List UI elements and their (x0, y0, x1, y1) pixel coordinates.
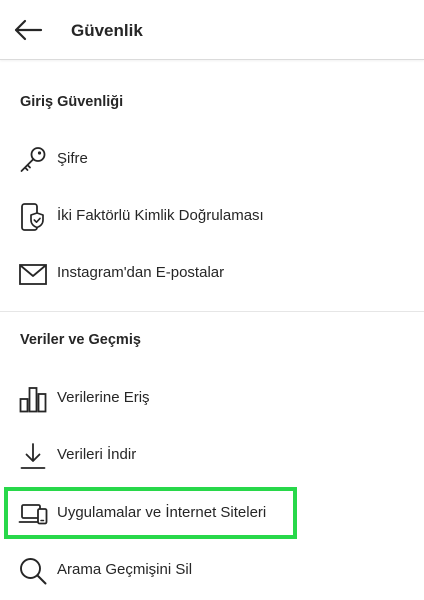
top-bar: Güvenlik (0, 0, 424, 60)
devices-icon (18, 499, 48, 529)
section-title-login-security: Giriş Güvenliği (20, 94, 124, 110)
envelope-icon (18, 259, 48, 289)
menu-item-clear-search-history[interactable]: Arama Geçmişini Sil (0, 546, 424, 594)
back-button[interactable] (12, 14, 44, 46)
back-arrow-icon (14, 19, 43, 41)
search-icon (18, 556, 48, 586)
section-divider (0, 311, 424, 312)
menu-item-label: Verilerine Eriş (57, 389, 150, 406)
menu-item-password[interactable]: Şifre (0, 135, 424, 183)
menu-item-label: Arama Geçmişini Sil (57, 561, 193, 578)
menu-item-label: Şifre (57, 150, 88, 167)
menu-item-instagram-emails[interactable]: Instagram'dan E-postalar (0, 249, 424, 297)
menu-item-download-data[interactable]: Verileri İndir (0, 431, 424, 479)
page-title: Güvenlik (71, 21, 143, 40)
key-icon (18, 145, 48, 175)
bar-chart-icon (18, 384, 48, 414)
menu-item-apps-websites[interactable]: Uygulamalar ve İnternet Siteleri (0, 489, 424, 537)
menu-item-label: Uygulamalar ve İnternet Siteleri (57, 504, 267, 521)
download-icon (18, 441, 48, 471)
menu-item-label: Verileri İndir (57, 446, 137, 463)
phone-shield-icon (18, 202, 48, 232)
menu-item-label: İki Faktörlü Kimlik Doğrulaması (57, 207, 264, 224)
menu-item-access-data[interactable]: Verilerine Eriş (0, 374, 424, 422)
menu-item-two-factor-auth[interactable]: İki Faktörlü Kimlik Doğrulaması (0, 192, 424, 240)
section-title-data-history: Veriler ve Geçmiş (20, 332, 141, 348)
menu-item-label: Instagram'dan E-postalar (57, 264, 225, 281)
